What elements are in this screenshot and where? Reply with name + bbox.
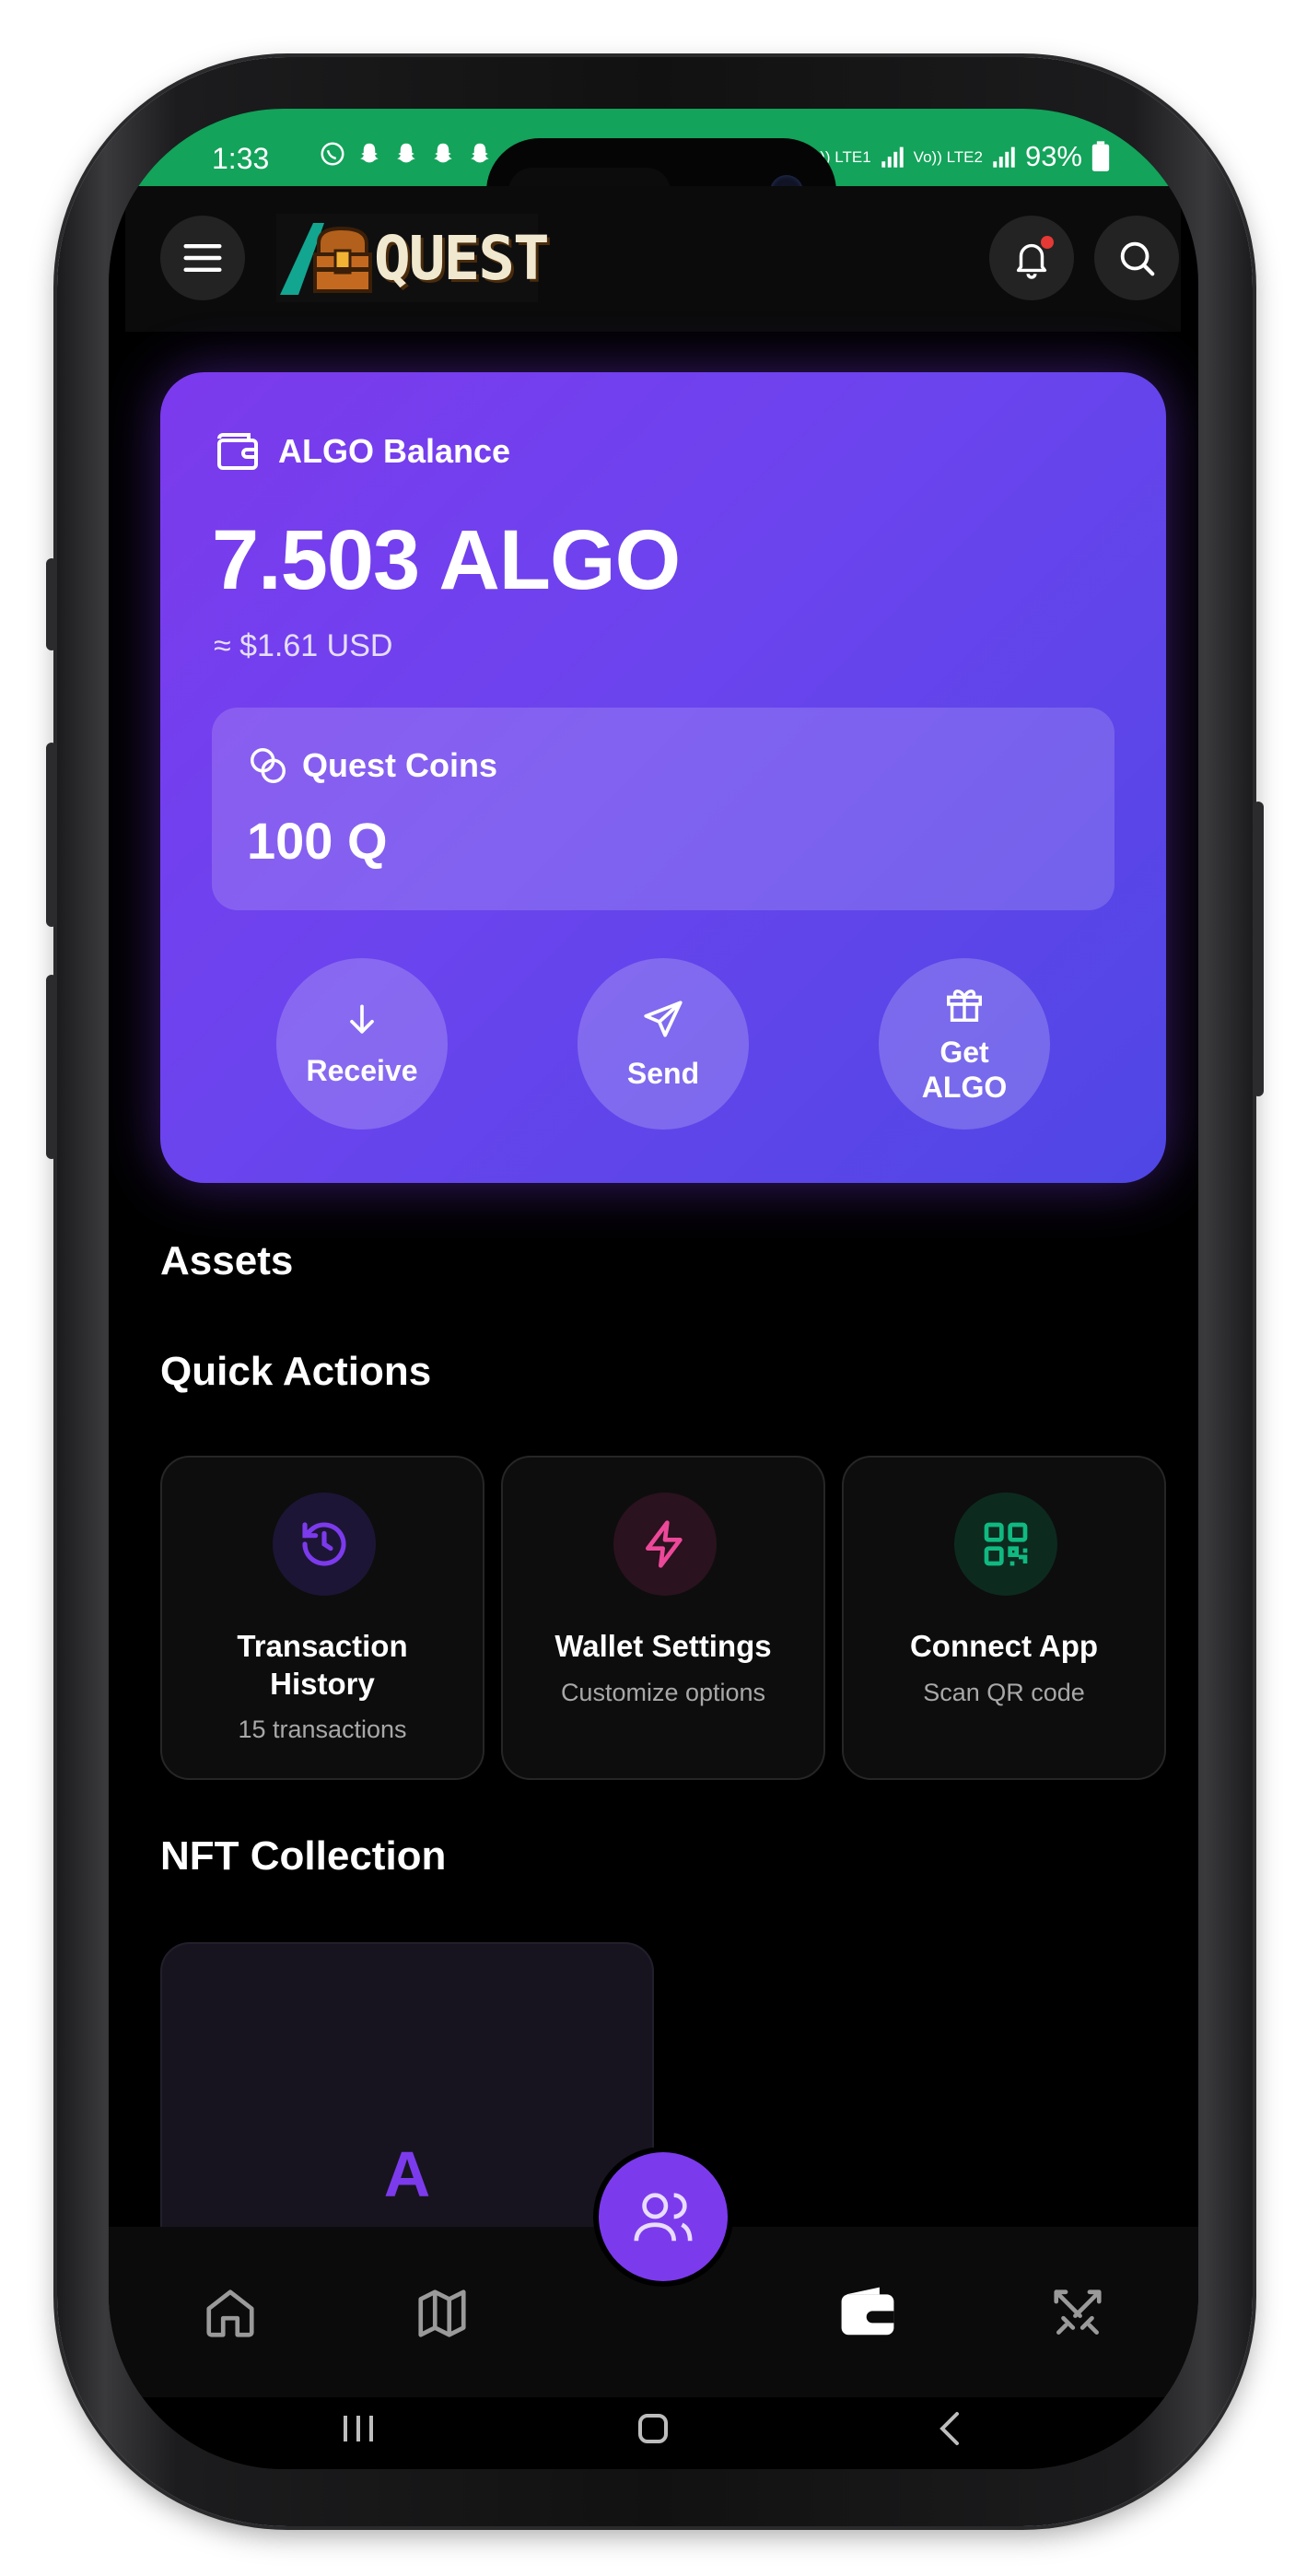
app-logo[interactable]: QUEST — [276, 214, 550, 302]
quest-coins-label: Quest Coins — [302, 746, 498, 784]
battery-percent: 93% — [1024, 140, 1082, 172]
notification-icons — [319, 139, 494, 169]
algo-balance-amount: 7.503 ALGO — [212, 513, 681, 607]
map-icon — [418, 2289, 466, 2337]
notifications-button[interactable] — [989, 216, 1074, 300]
snapchat-icon — [434, 143, 452, 163]
signal-icon — [881, 146, 904, 168]
lightning-icon-circle — [613, 1493, 717, 1596]
send-label: Send — [626, 1056, 700, 1090]
usd-equivalent: ≈ $1.61 USD — [214, 628, 393, 663]
app-logo-text: QUEST — [374, 222, 550, 294]
users-icon — [634, 2193, 693, 2242]
power-button — [1253, 802, 1264, 1096]
transaction-history-card[interactable]: Transaction History 15 transactions — [160, 1456, 484, 1780]
home-system-button[interactable] — [621, 2401, 685, 2456]
algo-balance-card: ALGO Balance 7.503 ALGO ≈ $1.61 USD Ques… — [160, 372, 1166, 1183]
system-navigation-bar — [109, 2397, 1198, 2469]
wallet-icon — [841, 2287, 894, 2336]
quest-coins-box: Quest Coins 100 Q — [212, 708, 1114, 910]
notification-badge — [1041, 236, 1054, 249]
menu-button[interactable] — [160, 216, 245, 300]
nav-battle[interactable] — [1041, 2277, 1114, 2350]
receive-button[interactable]: Receive — [276, 958, 448, 1130]
balance-title: ALGO Balance — [214, 429, 510, 474]
community-fab-button[interactable] — [599, 2152, 728, 2281]
quest-coins-title: Quest Coins — [247, 744, 497, 787]
wallet-settings-title: Wallet Settings — [554, 1629, 772, 1663]
coins-icon — [251, 748, 286, 783]
receive-label: Receive — [306, 1053, 418, 1087]
battery-icon — [1091, 141, 1110, 171]
network-2-label: Vo)) LTE2 — [913, 147, 983, 166]
search-icon — [1120, 241, 1155, 276]
connect-app-subtitle: Scan QR code — [923, 1679, 1085, 1706]
app-header: QUEST — [125, 186, 1181, 332]
home-square-icon — [638, 2414, 668, 2443]
history-icon-circle — [273, 1493, 376, 1596]
send-icon — [644, 1001, 683, 1037]
snapchat-icon — [471, 143, 489, 163]
connect-app-card[interactable]: Connect App Scan QR code — [842, 1456, 1166, 1780]
phone-screen: 1:33 Vo)) LTE1 Vo)) LTE2 93% QUEST ALGO … — [109, 109, 1198, 2469]
arrow-down-icon — [350, 1004, 374, 1034]
wallet-settings-subtitle: Customize options — [560, 1679, 766, 1706]
get-algo-label: Get ALGO — [921, 1035, 1008, 1104]
wallet-settings-card[interactable]: Wallet Settings Customize options — [501, 1456, 825, 1780]
volume-down-button — [46, 975, 57, 1159]
volume-up-button — [46, 743, 57, 927]
nft-collection-heading: NFT Collection — [160, 1833, 447, 1879]
action-button — [46, 558, 57, 650]
snapchat-icon — [360, 143, 379, 163]
recent-apps-icon — [344, 2416, 373, 2441]
nav-map[interactable] — [405, 2277, 479, 2350]
back-button[interactable] — [917, 2401, 982, 2456]
assets-heading: Assets — [160, 1238, 294, 1283]
snapchat-icon — [397, 143, 415, 163]
crossed-swords-icon — [1054, 2289, 1102, 2335]
nav-home[interactable] — [193, 2277, 267, 2350]
whatsapp-icon — [321, 142, 344, 166]
hamburger-menu-icon — [183, 243, 222, 273]
quick-actions-heading: Quick Actions — [160, 1349, 432, 1394]
home-icon — [206, 2289, 254, 2337]
nav-wallet[interactable] — [831, 2277, 904, 2350]
back-chevron-icon — [939, 2412, 959, 2445]
gift-icon — [947, 989, 982, 1022]
transaction-history-subtitle: 15 transactions — [238, 1715, 407, 1743]
history-icon — [302, 1522, 346, 1566]
quest-coins-amount: 100 Q — [247, 812, 388, 870]
qr-code-icon-circle — [954, 1493, 1057, 1596]
recent-apps-button[interactable] — [326, 2401, 391, 2456]
search-button[interactable] — [1094, 216, 1179, 300]
connect-app-title: Connect App — [909, 1629, 1099, 1663]
send-button[interactable]: Send — [578, 958, 749, 1130]
transaction-history-title: Transaction History — [237, 1629, 408, 1702]
status-time: 1:33 — [212, 142, 270, 175]
signal-icon — [993, 146, 1015, 168]
qr-code-icon — [984, 1522, 1028, 1566]
nft-placeholder-letter: A — [383, 2138, 431, 2210]
get-algo-button[interactable]: Get ALGO — [879, 958, 1050, 1130]
wallet-icon — [217, 433, 258, 470]
lightning-icon — [646, 1520, 683, 1568]
treasure-chest-logo-icon — [276, 217, 378, 299]
balance-title-label: ALGO Balance — [278, 432, 511, 470]
